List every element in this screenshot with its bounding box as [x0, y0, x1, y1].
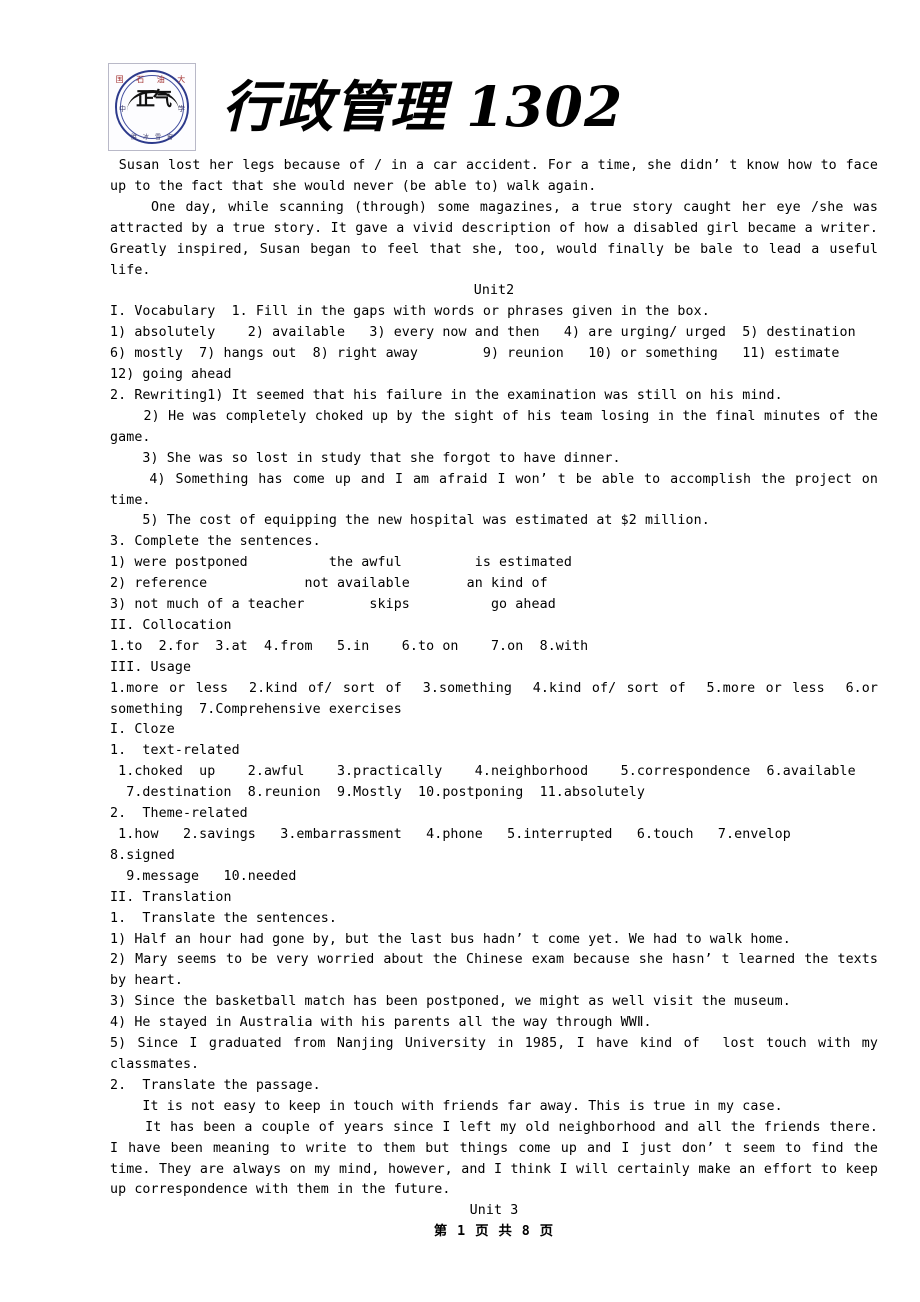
translation-sentence-3: 3) Since the basketball match has been p…	[110, 994, 791, 1010]
document-page: 国 石 油 大 中 学 正气 胜 冰 雪 窗 行政管理 1302 Susan l…	[0, 0, 920, 1302]
translation-sentence-1: 1) Half an hour had gone by, but the las…	[110, 931, 791, 947]
page-footer: 第 1 页 共 8 页	[433, 1224, 555, 1240]
seal-top-text: 国 石 油 大	[115, 75, 191, 84]
document-body: Susan lost her legs because of / in a ca…	[110, 156, 878, 1243]
paragraph-susan-2: One day, while scanning (through) some m…	[110, 199, 887, 278]
seal-bottom-text: 胜 冰 雪 窗	[131, 134, 175, 141]
usage-answers: 1.more or less 2.kind of/ sort of 3.some…	[110, 680, 887, 717]
translate-passage-heading: 2. Translate the passage.	[110, 1077, 321, 1093]
cloze-theme-related-heading: 2. Theme-related	[110, 806, 248, 822]
complete-sentences-row-1: 1) were postponed the awful is estimated	[110, 555, 573, 571]
vocabulary-answers-line-3: 12) going ahead	[110, 367, 232, 383]
next-unit-heading: Unit 3	[469, 1203, 519, 1219]
cloze-text-related-heading: 1. text-related	[110, 743, 240, 759]
unit-heading: Unit2	[473, 283, 515, 299]
vocabulary-answers-line-1: 1) absolutely 2) available 3) every now …	[110, 325, 856, 341]
rewriting-item-3: 3) She was so lost in study that she for…	[110, 450, 621, 466]
cloze-text-related-line-1: 1.choked up 2.awful 3.practically 4.neig…	[110, 764, 856, 780]
complete-sentences-row-2: 2) reference not available an kind of	[110, 576, 548, 592]
usage-heading: III. Usage	[110, 659, 192, 675]
complete-sentences-heading: 3. Complete the sentences.	[110, 534, 321, 550]
translation-sentence-2: 2) Mary seems to be very worried about t…	[110, 952, 887, 989]
rewriting-item-4: 4) Something has come up and I am afraid…	[110, 471, 887, 508]
cloze-heading: I. Cloze	[110, 722, 175, 738]
seal-center-text: 正气	[135, 88, 172, 110]
translation-passage-2: It has been a couple of years since I le…	[110, 1119, 887, 1198]
translation-heading: II. Translation	[110, 889, 232, 905]
collocation-answers: 1.to 2.for 3.at 4.from 5.in 6.to on 7.on…	[110, 638, 589, 654]
document-header: 国 石 油 大 中 学 正气 胜 冰 雪 窗 行政管理 1302	[108, 58, 878, 156]
cloze-theme-related-line-1: 1.how 2.savings 3.embarrassment 4.phone …	[110, 827, 816, 863]
rewriting-item-5: 5) The cost of equipping the new hospita…	[110, 513, 710, 529]
cloze-theme-related-line-2: 9.message 10.needed	[110, 868, 297, 884]
complete-sentences-row-3: 3) not much of a teacher skips go ahead	[110, 597, 556, 613]
cloze-text-related-line-2: 7.destination 8.reunion 9.Mostly 10.post…	[110, 785, 645, 801]
translation-sentence-4: 4) He stayed in Australia with his paren…	[110, 1015, 652, 1031]
translation-passage-1: It is not easy to keep in touch with fri…	[110, 1098, 783, 1114]
vocabulary-heading: I. Vocabulary 1. Fill in the gaps with w…	[110, 304, 710, 320]
translation-sentence-5: 5) Since I graduated from Nanjing Univer…	[110, 1036, 887, 1072]
university-seal-logo: 国 石 油 大 中 学 正气 胜 冰 雪 窗	[108, 63, 196, 151]
vocabulary-answers-line-2: 6) mostly 7) hangs out 8) right away 9) …	[110, 346, 840, 362]
page-title: 行政管理 1302	[222, 74, 624, 139]
translate-sentences-heading: 1. Translate the sentences.	[110, 910, 337, 926]
collocation-heading: II. Collocation	[110, 617, 232, 633]
paragraph-susan-1: Susan lost her legs because of / in a ca…	[110, 158, 887, 194]
rewriting-item-1: 2. Rewriting1) It seemed that his failur…	[110, 387, 783, 403]
rewriting-item-2: 2) He was completely choked up by the si…	[110, 408, 887, 445]
